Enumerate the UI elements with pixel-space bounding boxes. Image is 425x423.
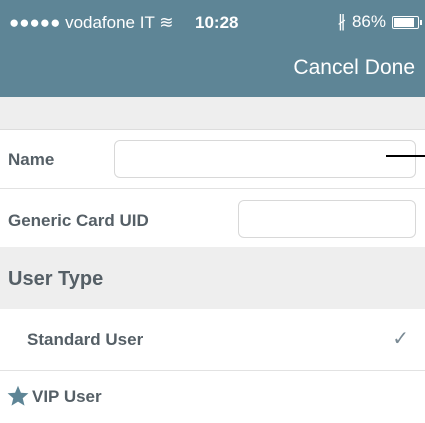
option-vip-user[interactable]: VIP User [0, 371, 425, 423]
bluetooth-icon: ∦ [337, 12, 346, 31]
card-uid-field[interactable] [238, 200, 416, 238]
form-top-spacer [0, 97, 425, 130]
status-time: 10:28 [195, 13, 239, 32]
option-standard-user[interactable]: Standard User ✓ [0, 309, 425, 371]
cancel-button[interactable]: Cancel [293, 56, 358, 80]
checkmark-icon: ✓ [392, 328, 409, 350]
battery-fill [394, 17, 414, 27]
top-bar: ●●●●● vodafone IT ≋ 10:28 ∦ 86% Cancel D… [0, 0, 425, 97]
name-label: Name [8, 150, 55, 169]
user-type-section-header: User Type [0, 247, 425, 309]
status-bar: ●●●●● vodafone IT ≋ 10:28 ∦ 86% [0, 0, 425, 44]
star-icon [6, 384, 30, 413]
carrier-signal: ●●●●● vodafone IT ≋ [9, 13, 174, 32]
card-uid-label: Generic Card UID [8, 211, 149, 230]
battery-percent: 86% [351, 12, 386, 31]
name-row: Name [0, 130, 425, 189]
navigation-bar: Cancel Done [0, 44, 425, 97]
battery-nub [420, 19, 422, 25]
screen: ●●●●● vodafone IT ≋ 10:28 ∦ 86% Cancel D… [0, 0, 425, 423]
option-label: Standard User [27, 330, 144, 349]
option-label: VIP User [32, 387, 102, 406]
battery-icon [392, 15, 422, 29]
user-type-title: User Type [8, 268, 104, 290]
name-field[interactable] [114, 140, 416, 178]
done-button[interactable]: Done [365, 56, 415, 80]
nav-actions: Cancel Done [293, 56, 415, 80]
status-right: ∦ 86% [337, 12, 422, 32]
edit-indicator-line [386, 155, 425, 157]
card-uid-row: Generic Card UID [0, 189, 425, 248]
